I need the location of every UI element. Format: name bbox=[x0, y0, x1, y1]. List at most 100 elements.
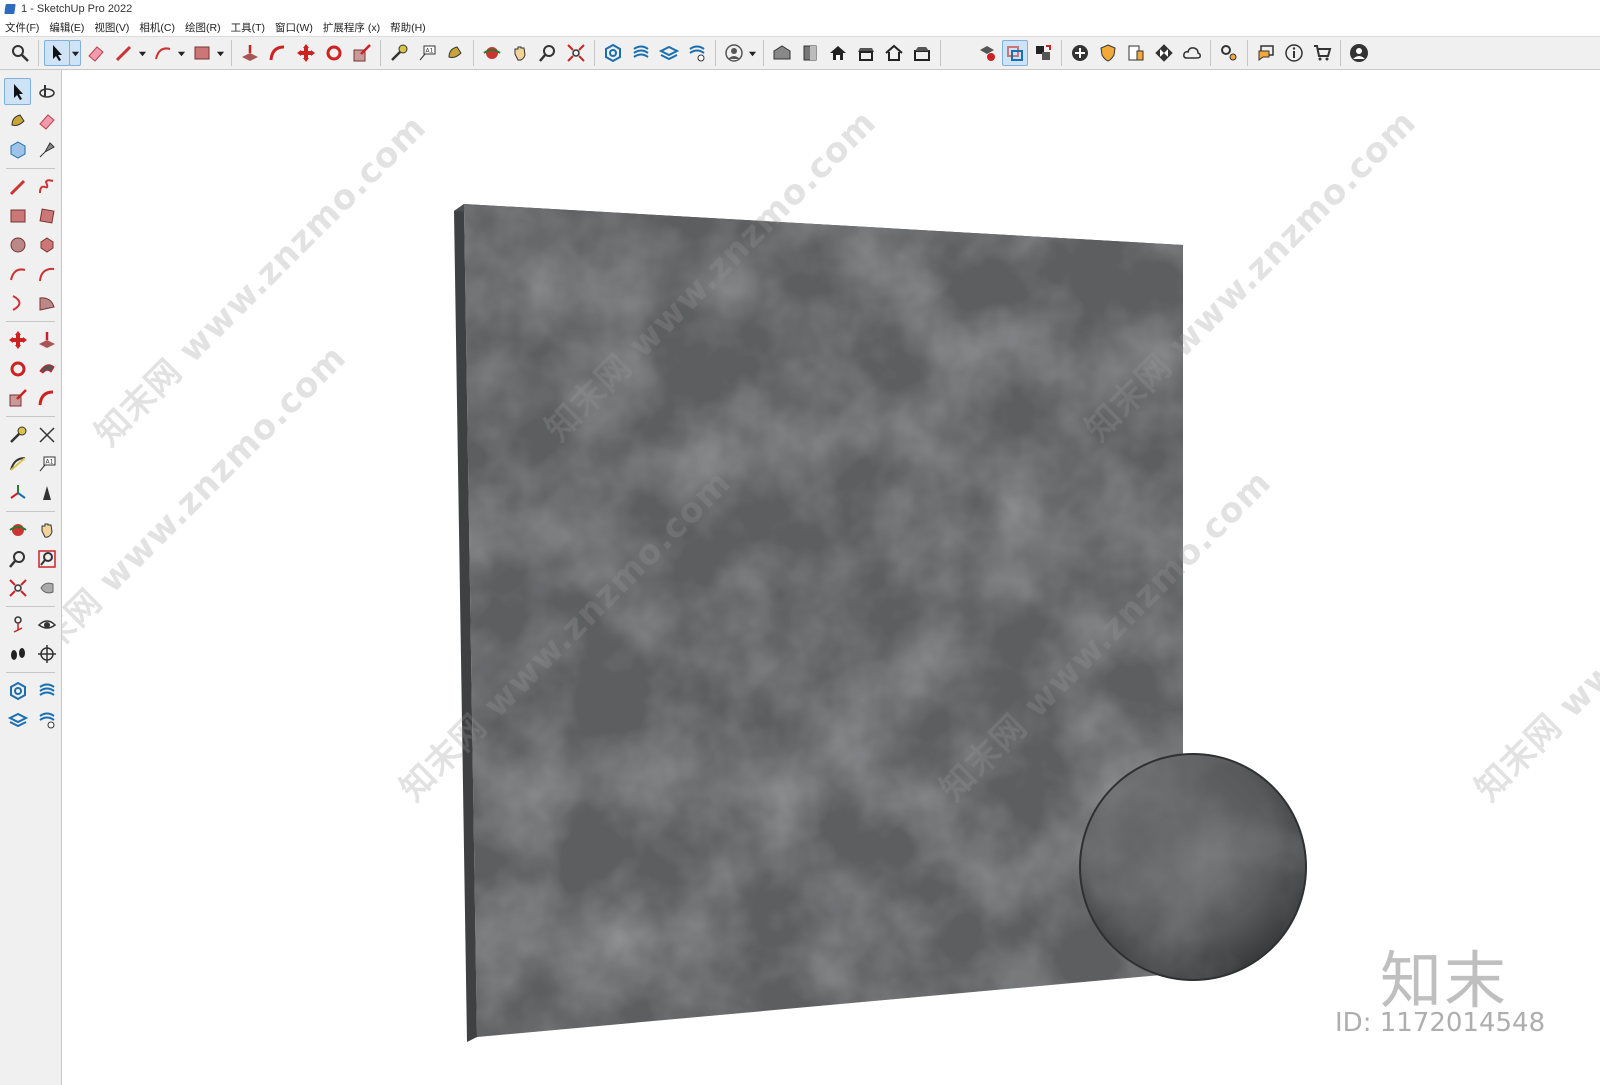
scenes-icon[interactable] bbox=[1030, 40, 1056, 66]
select-icon[interactable] bbox=[44, 40, 70, 66]
rotate-icon[interactable] bbox=[321, 40, 347, 66]
arc-3pt-icon[interactable] bbox=[4, 289, 31, 316]
orbit-icon[interactable] bbox=[4, 516, 31, 543]
dimension-icon[interactable] bbox=[33, 421, 60, 448]
layers-icon[interactable] bbox=[628, 40, 654, 66]
styles-settings-icon[interactable] bbox=[684, 40, 710, 66]
chevron-down-icon[interactable] bbox=[746, 40, 758, 66]
message-icon[interactable] bbox=[1253, 40, 1279, 66]
solid-tools-icon[interactable] bbox=[974, 40, 1000, 66]
text-icon[interactable]: A1 bbox=[33, 450, 60, 477]
text-icon[interactable]: A1 bbox=[414, 40, 440, 66]
section-icon[interactable] bbox=[1002, 40, 1028, 66]
cart-icon[interactable] bbox=[1309, 40, 1335, 66]
move-icon[interactable] bbox=[4, 326, 31, 353]
chevron-down-icon[interactable] bbox=[69, 40, 81, 66]
pan-icon[interactable] bbox=[33, 516, 60, 543]
chevron-down-icon[interactable] bbox=[136, 40, 148, 66]
rotated-rectangle-icon[interactable] bbox=[33, 202, 60, 229]
zoom-extents-icon[interactable] bbox=[4, 574, 31, 601]
paint-icon[interactable] bbox=[4, 107, 31, 134]
menu-extensions[interactable]: 扩展程序 (x) bbox=[318, 20, 385, 35]
followme-icon[interactable] bbox=[33, 355, 60, 382]
arc-2pt-icon[interactable] bbox=[33, 260, 60, 287]
zoom-window-icon[interactable] bbox=[33, 545, 60, 572]
menu-file[interactable]: 文件(F) bbox=[0, 20, 44, 35]
components-icon[interactable] bbox=[797, 40, 823, 66]
sandbox-icon[interactable] bbox=[4, 677, 31, 704]
house-box-icon[interactable] bbox=[909, 40, 935, 66]
zoom-icon[interactable] bbox=[7, 40, 33, 66]
tape-icon[interactable] bbox=[4, 421, 31, 448]
add-icon[interactable] bbox=[1067, 40, 1093, 66]
arc-icon[interactable] bbox=[150, 40, 176, 66]
house-icon[interactable] bbox=[825, 40, 851, 66]
3d-text-icon[interactable] bbox=[33, 479, 60, 506]
sandbox-icon[interactable] bbox=[600, 40, 626, 66]
warehouse-icon[interactable] bbox=[769, 40, 795, 66]
previous-view-icon[interactable] bbox=[33, 574, 60, 601]
menu-window[interactable]: 窗口(W) bbox=[270, 20, 318, 35]
scale-icon[interactable] bbox=[349, 40, 375, 66]
select-icon[interactable] bbox=[4, 78, 31, 105]
paint-icon[interactable] bbox=[442, 40, 468, 66]
styles-settings-icon[interactable] bbox=[33, 706, 60, 733]
cloud-icon[interactable] bbox=[1179, 40, 1205, 66]
followme-icon[interactable] bbox=[265, 40, 291, 66]
chevron-down-icon[interactable] bbox=[175, 40, 187, 66]
zoom-extents-icon[interactable] bbox=[563, 40, 589, 66]
info-icon[interactable] bbox=[1281, 40, 1307, 66]
zoom-window-icon[interactable] bbox=[535, 40, 561, 66]
pushpull-icon[interactable] bbox=[33, 326, 60, 353]
styles-icon[interactable] bbox=[656, 40, 682, 66]
settings-icon[interactable] bbox=[1216, 40, 1242, 66]
walk-icon[interactable] bbox=[4, 640, 31, 667]
account-icon[interactable] bbox=[1346, 40, 1372, 66]
lasso-orbit-icon[interactable] bbox=[33, 78, 60, 105]
chevron-down-icon[interactable] bbox=[214, 40, 226, 66]
protractor-icon[interactable] bbox=[4, 450, 31, 477]
arc-icon[interactable] bbox=[4, 260, 31, 287]
component-icon[interactable] bbox=[4, 136, 31, 163]
report-icon[interactable] bbox=[1123, 40, 1149, 66]
orbit-icon[interactable] bbox=[479, 40, 505, 66]
eraser-icon[interactable] bbox=[33, 107, 60, 134]
tag-icon[interactable] bbox=[33, 136, 60, 163]
freehand-icon[interactable] bbox=[33, 173, 60, 200]
house-open-icon[interactable] bbox=[853, 40, 879, 66]
styles-icon[interactable] bbox=[4, 706, 31, 733]
toolbar-separator bbox=[1210, 40, 1211, 66]
menu-draw[interactable]: 绘图(R) bbox=[180, 20, 226, 35]
pencil-icon[interactable] bbox=[111, 40, 137, 66]
house-outline-icon[interactable] bbox=[881, 40, 907, 66]
scale-icon[interactable] bbox=[4, 384, 31, 411]
rotate-icon[interactable] bbox=[4, 355, 31, 382]
menu-tools[interactable]: 工具(T) bbox=[226, 20, 270, 35]
layers-icon[interactable] bbox=[33, 677, 60, 704]
move-icon[interactable] bbox=[293, 40, 319, 66]
rectangle-icon[interactable] bbox=[189, 40, 215, 66]
shield-icon[interactable] bbox=[1095, 40, 1121, 66]
tape-icon[interactable] bbox=[386, 40, 412, 66]
circle-icon[interactable] bbox=[4, 231, 31, 258]
menu-camera[interactable]: 相机(C) bbox=[134, 20, 180, 35]
menu-view[interactable]: 视图(V) bbox=[89, 20, 134, 35]
pie-icon[interactable] bbox=[33, 289, 60, 316]
pan-icon[interactable] bbox=[507, 40, 533, 66]
checker-icon[interactable] bbox=[1151, 40, 1177, 66]
pushpull-icon[interactable] bbox=[237, 40, 263, 66]
user-icon[interactable] bbox=[721, 40, 747, 66]
model-viewport[interactable]: 知末网 www.znzmo.com 知末网 www.znzmo.com 知末网 … bbox=[62, 70, 1600, 1085]
rectangle-icon[interactable] bbox=[4, 202, 31, 229]
axes-icon[interactable] bbox=[4, 479, 31, 506]
position-camera-icon[interactable] bbox=[4, 611, 31, 638]
eraser-icon[interactable] bbox=[83, 40, 109, 66]
menu-edit[interactable]: 编辑(E) bbox=[44, 20, 89, 35]
pencil-icon[interactable] bbox=[4, 173, 31, 200]
menu-help[interactable]: 帮助(H) bbox=[385, 20, 431, 35]
section-plane-icon[interactable] bbox=[33, 640, 60, 667]
look-around-icon[interactable] bbox=[33, 611, 60, 638]
zoom-icon[interactable] bbox=[4, 545, 31, 572]
polygon-icon[interactable] bbox=[33, 231, 60, 258]
offset-icon[interactable] bbox=[33, 384, 60, 411]
